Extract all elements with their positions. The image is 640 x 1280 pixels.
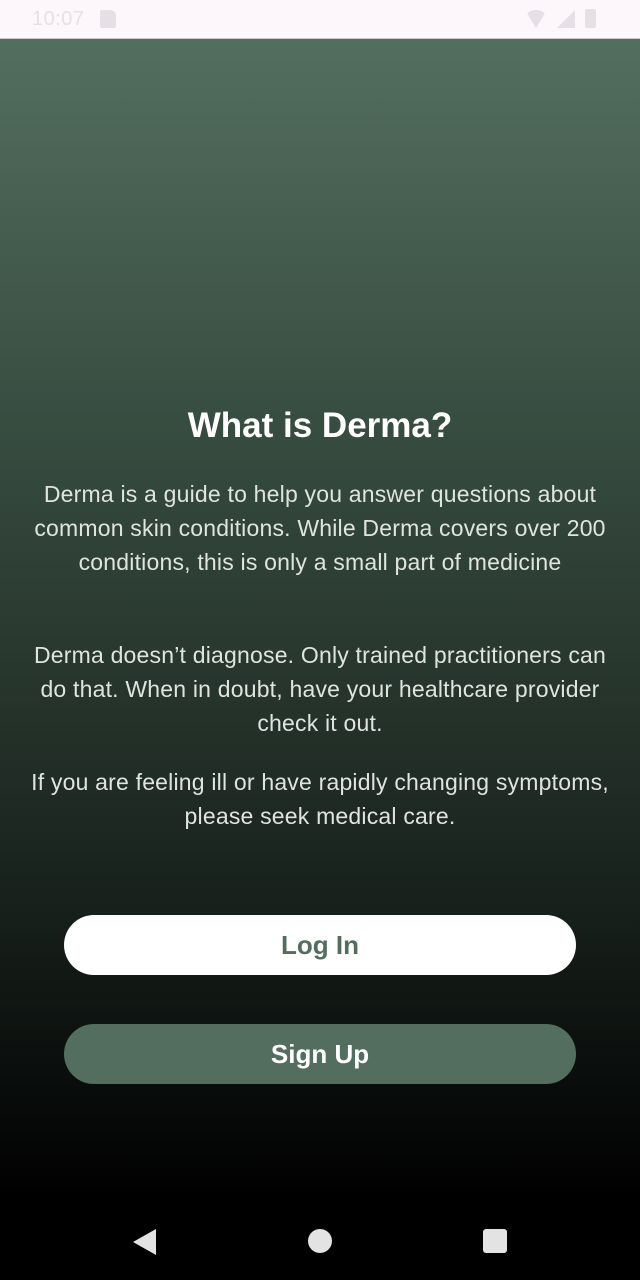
status-bar: 10:07 xyxy=(0,0,640,39)
main-content: What is Derma? Derma is a guide to help … xyxy=(0,39,640,1200)
status-time: 10:07 xyxy=(32,8,85,30)
wifi-icon xyxy=(525,9,547,28)
home-icon[interactable] xyxy=(308,1229,332,1253)
back-icon[interactable] xyxy=(133,1229,156,1255)
system-nav-bar xyxy=(0,1200,640,1280)
page-title: What is Derma? xyxy=(187,406,453,445)
cell-signal-icon xyxy=(557,9,575,28)
screen: 10:07 What is Derma? Derma is a guide to… xyxy=(0,0,640,1280)
sign-up-button[interactable]: Sign Up xyxy=(64,1024,576,1084)
recents-icon[interactable] xyxy=(483,1229,507,1253)
seek-care-paragraph: If you are feeling ill or have rapidly c… xyxy=(31,769,609,829)
sim-card-icon xyxy=(100,10,116,28)
status-icons xyxy=(525,9,596,28)
battery-icon xyxy=(585,9,596,28)
log-in-button[interactable]: Log In xyxy=(64,915,576,975)
disclaimer-paragraph: Derma doesn’t diagnose. Only trained pra… xyxy=(33,642,607,736)
intro-paragraph: Derma is a guide to help you answer ques… xyxy=(34,481,606,575)
